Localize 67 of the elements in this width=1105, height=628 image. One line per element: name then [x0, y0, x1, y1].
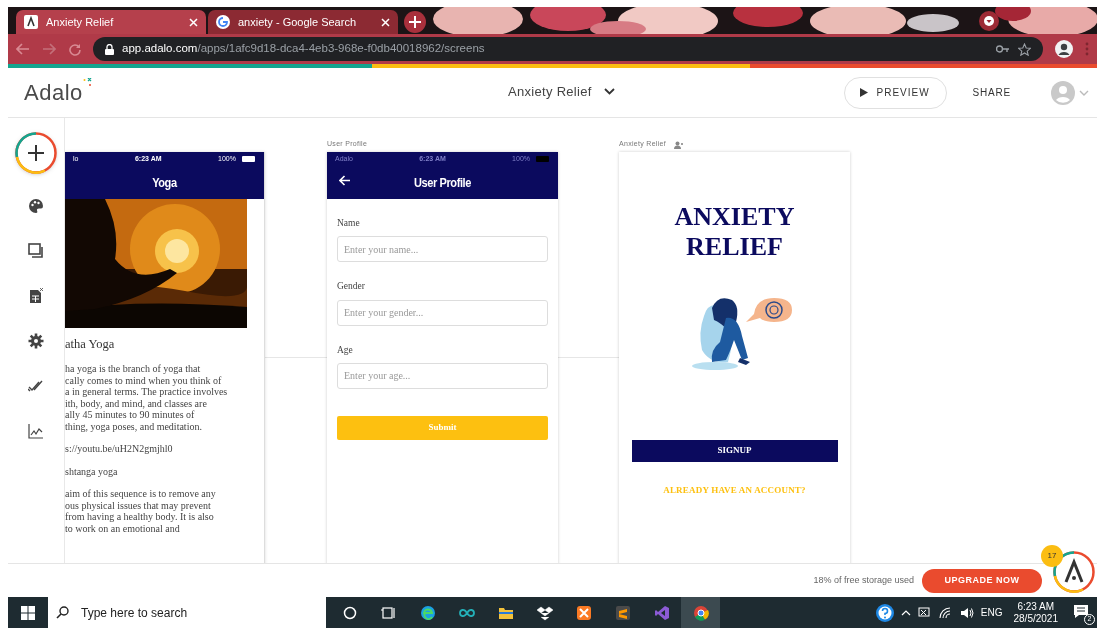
upgrade-button[interactable]: UPGRADE NOW	[922, 568, 1042, 593]
storage-text: 18% of free storage used	[813, 573, 914, 587]
close-icon[interactable]	[189, 17, 198, 27]
app-title: ANXIETY RELIEF	[673, 202, 796, 262]
volume-icon[interactable]	[959, 606, 974, 619]
field-label: Name	[337, 217, 361, 230]
xampp-icon[interactable]	[575, 604, 592, 621]
input-field[interactable]: Enter your age...	[337, 362, 548, 389]
visual-studio-icon[interactable]	[653, 604, 670, 621]
signup-button[interactable]: SIGNUP	[631, 440, 838, 462]
checkmarks-icon[interactable]	[28, 378, 44, 394]
key-icon[interactable]	[996, 45, 1010, 53]
lock-icon	[105, 43, 114, 55]
share-button[interactable]: SHARE	[972, 85, 1011, 100]
sublime-icon[interactable]	[614, 604, 631, 621]
browser-tab[interactable]: Anxiety Relief	[16, 10, 206, 34]
app-logo-icon	[24, 15, 38, 29]
language-indicator[interactable]: ENG	[980, 605, 1003, 620]
back-arrow-icon[interactable]	[339, 175, 351, 186]
battery-icon	[536, 156, 550, 162]
person-icon	[674, 140, 684, 149]
chevron-up-icon[interactable]	[900, 609, 911, 616]
search-field[interactable]: Type here to search	[48, 597, 326, 628]
settings-icon[interactable]	[28, 333, 44, 349]
profile-icon[interactable]	[1055, 40, 1073, 58]
article-heading: atha Yoga	[65, 336, 116, 352]
dropbox-icon[interactable]	[536, 604, 553, 621]
analytics-icon[interactable]	[28, 423, 44, 439]
chrome-icon[interactable]	[692, 604, 709, 621]
article-paragraph: ha yoga is the branch of yoga that cally comes to mind when you think of a in general terms. The practice involves ith, body, and mind, and classes are ally 45 minutes to 90 minutes of thing, yoga poses, and meditation.	[65, 363, 229, 432]
browser-tab[interactable]: anxiety - Google Search	[208, 10, 398, 34]
edge-icon[interactable]	[419, 604, 436, 621]
new-tab-icon[interactable]	[404, 11, 426, 33]
wifi-icon[interactable]	[938, 606, 953, 619]
play-icon	[860, 88, 869, 97]
url-text: app.adalo.com/apps/1afc9d18-dca4-4eb3-968e-f0db40018962/screens	[122, 41, 486, 57]
app-name-dropdown[interactable]: Anxiety Relief	[508, 82, 615, 102]
sparkle-icon	[82, 78, 92, 87]
article-paragraph: shtanga yoga	[65, 465, 119, 477]
circle-icon[interactable]	[341, 604, 358, 621]
add-icon[interactable]	[15, 132, 57, 174]
network-icon[interactable]	[917, 606, 932, 619]
palette-icon[interactable]	[28, 198, 44, 214]
article-paragraph: aim of this sequence is to remove any ous physical issues that may prevent from having a healthy body. It is also to work on an emotional and	[65, 488, 217, 534]
close-icon[interactable]	[381, 17, 390, 27]
address-bar[interactable]: app.adalo.com/apps/1afc9d18-dca4-4eb3-968e-f0db40018962/screens	[93, 37, 1043, 61]
notification-icon[interactable]	[1073, 603, 1089, 619]
search-icon	[56, 606, 69, 619]
star-icon[interactable]	[1018, 42, 1031, 56]
chevron-down-icon	[603, 88, 615, 96]
screens-icon[interactable]	[28, 243, 44, 259]
article-paragraph: s://youtu.be/uH2N2gmjhl0	[65, 443, 174, 455]
windows-icon[interactable]	[21, 605, 35, 620]
help-icon[interactable]	[875, 603, 894, 622]
google-icon	[216, 15, 230, 29]
task-view-icon[interactable]	[380, 604, 397, 621]
clock[interactable]: 6:23 AM 28/5/2021	[1013, 600, 1058, 625]
screen-title: User Profile	[414, 173, 471, 192]
dropdown-icon[interactable]	[979, 11, 999, 31]
field-label: Age	[337, 343, 354, 357]
battery-icon	[242, 156, 256, 162]
input-field[interactable]: Enter your gender...	[337, 299, 548, 326]
field-label: Gender	[337, 280, 366, 294]
input-field[interactable]: Enter your name...	[337, 236, 548, 263]
adalo-logo: Adalo	[24, 79, 83, 107]
screen-title: Yoga	[152, 173, 177, 192]
database-icon[interactable]	[28, 288, 44, 304]
